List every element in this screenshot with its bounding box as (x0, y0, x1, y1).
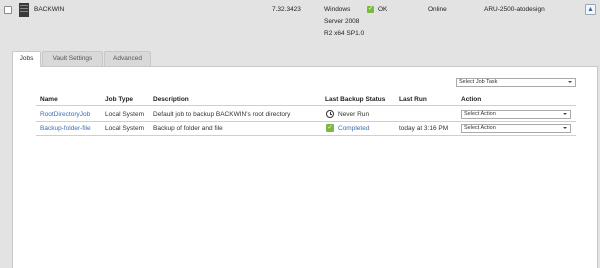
job-name-link[interactable]: Backup-folder-file (40, 125, 91, 132)
os-line-3: R2 x64 SP1.0 (324, 30, 365, 37)
tab-vault-settings[interactable]: Vault Settings (42, 51, 103, 66)
col-header-action: Action (461, 96, 482, 103)
agent-version: 7.32.3423 (272, 6, 301, 13)
job-task-select[interactable]: Select Job Task (456, 78, 576, 87)
host-name: ARU-2500-atodesign (484, 6, 545, 13)
job-status: Never Run (338, 111, 370, 118)
check-icon: ✓ (326, 124, 334, 132)
job-last-run: today at 3:16 PM (399, 125, 449, 132)
ok-check-icon: ✓ (367, 6, 374, 13)
os-line-2: Server 2008 (324, 18, 360, 25)
connection-status: Online (428, 6, 447, 13)
col-header-status: Last Backup Status (325, 96, 386, 103)
job-description: Default job to backup BACKWIN's root dir… (153, 111, 291, 118)
row-divider (36, 121, 576, 122)
tab-jobs[interactable]: Jobs (12, 51, 41, 67)
tab-advanced[interactable]: Advanced (104, 51, 151, 66)
row-divider (36, 135, 576, 136)
chevron-down-icon (563, 127, 567, 129)
col-header-last-run: Last Run (399, 96, 427, 103)
machine-status: OK (378, 6, 388, 13)
job-description: Backup of folder and file (153, 125, 223, 132)
col-header-name: Name (40, 96, 58, 103)
clock-icon (326, 110, 334, 118)
col-header-type: Job Type (105, 96, 134, 103)
job-type: Local System (105, 111, 145, 118)
machine-name: BACKWIN (34, 6, 65, 13)
job-status-link[interactable]: Completed (338, 125, 369, 132)
chevron-down-icon (568, 81, 572, 83)
job-name-link[interactable]: RootDirectoryJob (40, 111, 90, 118)
job-type: Local System (105, 125, 145, 132)
machine-select-checkbox[interactable] (4, 6, 12, 14)
os-line-1: Windows (324, 6, 351, 13)
server-icon (19, 3, 29, 17)
col-header-description: Description (153, 96, 189, 103)
job-action-select[interactable]: Select Action (461, 110, 571, 119)
chevron-down-icon (563, 113, 567, 115)
collapse-button[interactable]: ▲ (585, 4, 596, 15)
machine-row: BACKWIN 7.32.3423 Windows Server 2008 R2… (0, 0, 600, 46)
chevron-up-icon: ▲ (587, 6, 594, 13)
jobs-panel (12, 66, 598, 268)
job-action-select[interactable]: Select Action (461, 124, 571, 133)
table-header-divider (36, 105, 576, 106)
